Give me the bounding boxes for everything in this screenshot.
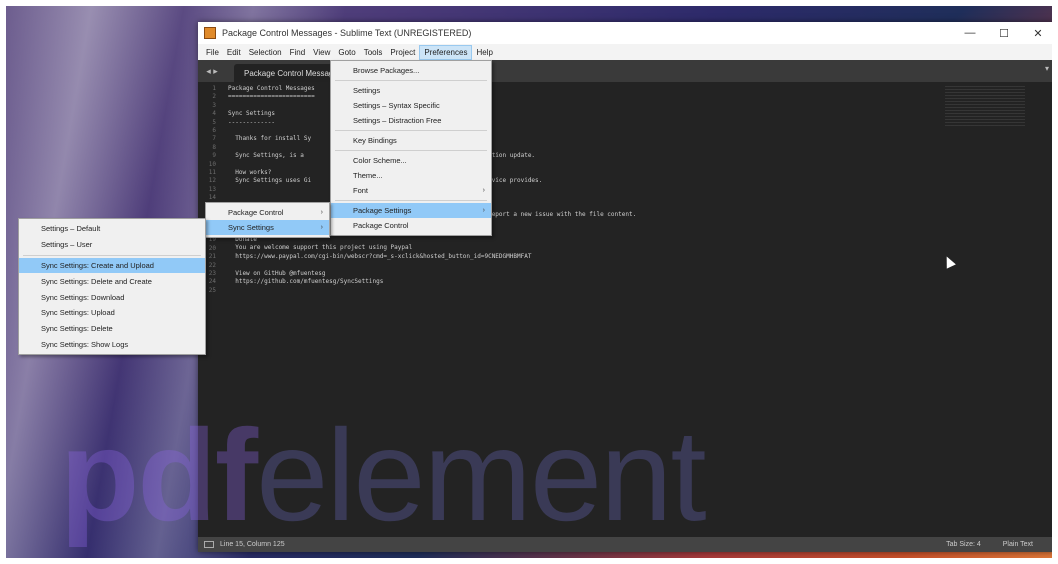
line-number: 7 bbox=[212, 135, 216, 143]
pref-item-color-scheme[interactable]: Color Scheme... bbox=[331, 153, 491, 168]
sync-item-settings-default[interactable]: Settings – Default bbox=[19, 221, 205, 237]
code-line: https://github.com/mfuentesg/SyncSetting… bbox=[228, 277, 384, 285]
submenu-arrow-icon: › bbox=[320, 224, 323, 231]
code-line: Donate bbox=[228, 236, 257, 244]
pref-item-package-settings[interactable]: Package Settings › bbox=[331, 203, 491, 218]
pref-item-settings-syntax-specific[interactable]: Settings – Syntax Specific bbox=[331, 98, 491, 113]
pref-item-settings-distraction-free[interactable]: Settings – Distraction Free bbox=[331, 113, 491, 128]
title-bar: Package Control Messages - Sublime Text … bbox=[198, 22, 1055, 44]
sublime-app-icon bbox=[204, 27, 216, 39]
package-settings-submenu: Package Control › Sync Settings › bbox=[205, 202, 330, 238]
menu-item-label: Settings bbox=[353, 86, 381, 95]
maximize-button[interactable]: ☐ bbox=[987, 22, 1021, 44]
menu-separator bbox=[23, 254, 201, 256]
menu-item-label: Browse Packages... bbox=[353, 66, 420, 75]
menu-item-label: Sync Settings: Delete and Create bbox=[41, 276, 152, 286]
preferences-menu: Browse Packages... Settings Settings – Syn… bbox=[330, 60, 492, 236]
line-number: 13 bbox=[208, 185, 216, 193]
sync-settings-submenu: Settings – Default Settings – User Sync Se… bbox=[18, 218, 206, 356]
menu-help[interactable]: Help bbox=[472, 46, 496, 59]
menu-item-label: Package Control bbox=[353, 221, 409, 230]
pref-item-theme[interactable]: Theme... bbox=[331, 168, 491, 183]
window-title: Package Control Messages - Sublime Text … bbox=[222, 28, 472, 38]
code-line: https://www.paypal.com/cgi-bin/webscr?cm… bbox=[228, 252, 532, 260]
window-controls: — ☐ ✕ bbox=[953, 22, 1055, 44]
menu-preferences[interactable]: Preferences bbox=[419, 44, 473, 60]
code-line: You are welcome support this project usi… bbox=[228, 244, 413, 252]
menu-project[interactable]: Project bbox=[386, 46, 419, 59]
line-number: 9 bbox=[212, 152, 216, 160]
menu-separator bbox=[335, 200, 487, 201]
sync-item-sync-settings-delete-and-create[interactable]: Sync Settings: Delete and Create bbox=[19, 273, 205, 289]
submenu-arrow-icon: › bbox=[320, 209, 323, 216]
sync-item-sync-settings-download[interactable]: Sync Settings: Download bbox=[19, 289, 205, 305]
menu-item-label: Package Control bbox=[228, 208, 284, 217]
line-number: 1 bbox=[212, 85, 216, 92]
menu-edit[interactable]: Edit bbox=[223, 46, 245, 59]
pref-item-settings[interactable]: Settings bbox=[331, 83, 491, 98]
pkg-settings-item-package-control[interactable]: Package Control › bbox=[206, 205, 329, 220]
line-number: 5 bbox=[212, 118, 216, 126]
menu-item-label: Settings – Syntax Specific bbox=[353, 101, 440, 110]
sync-item-sync-settings-delete[interactable]: Sync Settings: Delete bbox=[19, 321, 205, 337]
submenu-arrow-icon: › bbox=[482, 187, 485, 194]
menu-separator bbox=[335, 80, 487, 81]
close-button[interactable]: ✕ bbox=[1021, 22, 1055, 44]
sync-item-sync-settings-upload[interactable]: Sync Settings: Upload bbox=[19, 305, 205, 321]
line-number: 2 bbox=[212, 93, 216, 101]
pref-item-browse-packages[interactable]: Browse Packages... bbox=[331, 63, 491, 78]
menu-bar: File Edit Selection Find View Goto Tools Projec… bbox=[198, 44, 1055, 60]
minimap[interactable] bbox=[945, 86, 1025, 126]
pdfelement-watermark: pdfelement bbox=[60, 402, 707, 548]
menu-item-label: Settings – Distraction Free bbox=[353, 116, 442, 125]
tab-nav-arrows-icon[interactable]: ◂ ▸ bbox=[198, 60, 226, 82]
menu-tools[interactable]: Tools bbox=[360, 46, 387, 59]
minimize-button[interactable]: — bbox=[953, 22, 987, 44]
menu-selection[interactable]: Selection bbox=[245, 46, 286, 59]
sync-item-sync-settings-create-and-upload[interactable]: Sync Settings: Create and Upload bbox=[19, 257, 205, 274]
code-line: View on GitHub @mfuentesg bbox=[228, 269, 326, 277]
line-number: 6 bbox=[212, 127, 216, 135]
line-number: 10 bbox=[208, 160, 216, 168]
menu-item-label: Sync Settings bbox=[228, 223, 274, 232]
menu-separator bbox=[335, 130, 487, 131]
menu-item-label: Font bbox=[353, 186, 369, 195]
pref-item-package-control[interactable]: Package Control bbox=[331, 218, 491, 233]
sync-item-settings-user[interactable]: Settings – User bbox=[19, 237, 205, 253]
tab-package-control-messages[interactable]: Package Control Messag bbox=[234, 64, 334, 82]
pref-item-key-bindings[interactable]: Key Bindings bbox=[331, 133, 491, 148]
menu-item-label: Settings – Default bbox=[41, 224, 101, 234]
menu-item-label: Sync Settings: Show Logs bbox=[41, 339, 129, 349]
line-number: 11 bbox=[208, 169, 216, 177]
line-number: 8 bbox=[212, 143, 216, 151]
submenu-arrow-icon: › bbox=[482, 207, 485, 214]
tab-bar: ◂ ▸ Package Control Messag ▾ bbox=[198, 60, 1055, 82]
tab-dropdown-icon[interactable]: ▾ bbox=[1045, 64, 1049, 73]
menu-item-label: Package Settings bbox=[353, 206, 412, 215]
line-number: 4 bbox=[212, 110, 216, 118]
sync-item-sync-settings-show-logs[interactable]: Sync Settings: Show Logs bbox=[19, 337, 205, 353]
menu-file[interactable]: File bbox=[202, 46, 223, 59]
menu-view[interactable]: View bbox=[309, 46, 334, 59]
menu-item-label: Sync Settings: Delete bbox=[41, 324, 113, 334]
menu-item-label: Settings – User bbox=[41, 240, 93, 250]
line-number: 12 bbox=[208, 177, 216, 185]
menu-goto[interactable]: Goto bbox=[334, 46, 359, 59]
menu-item-label: Key Bindings bbox=[353, 136, 397, 145]
menu-item-label: Sync Settings: Upload bbox=[41, 308, 115, 318]
pkg-settings-item-sync-settings[interactable]: Sync Settings › bbox=[206, 220, 329, 235]
pref-item-font[interactable]: Font › bbox=[331, 183, 491, 198]
menu-item-label: Sync Settings: Download bbox=[41, 292, 125, 302]
line-number: 3 bbox=[212, 101, 216, 109]
menu-item-label: Theme... bbox=[353, 171, 383, 180]
menu-item-label: Sync Settings: Create and Upload bbox=[41, 260, 154, 270]
menu-separator bbox=[335, 150, 487, 151]
menu-item-label: Color Scheme... bbox=[353, 156, 407, 165]
menu-find[interactable]: Find bbox=[286, 46, 310, 59]
